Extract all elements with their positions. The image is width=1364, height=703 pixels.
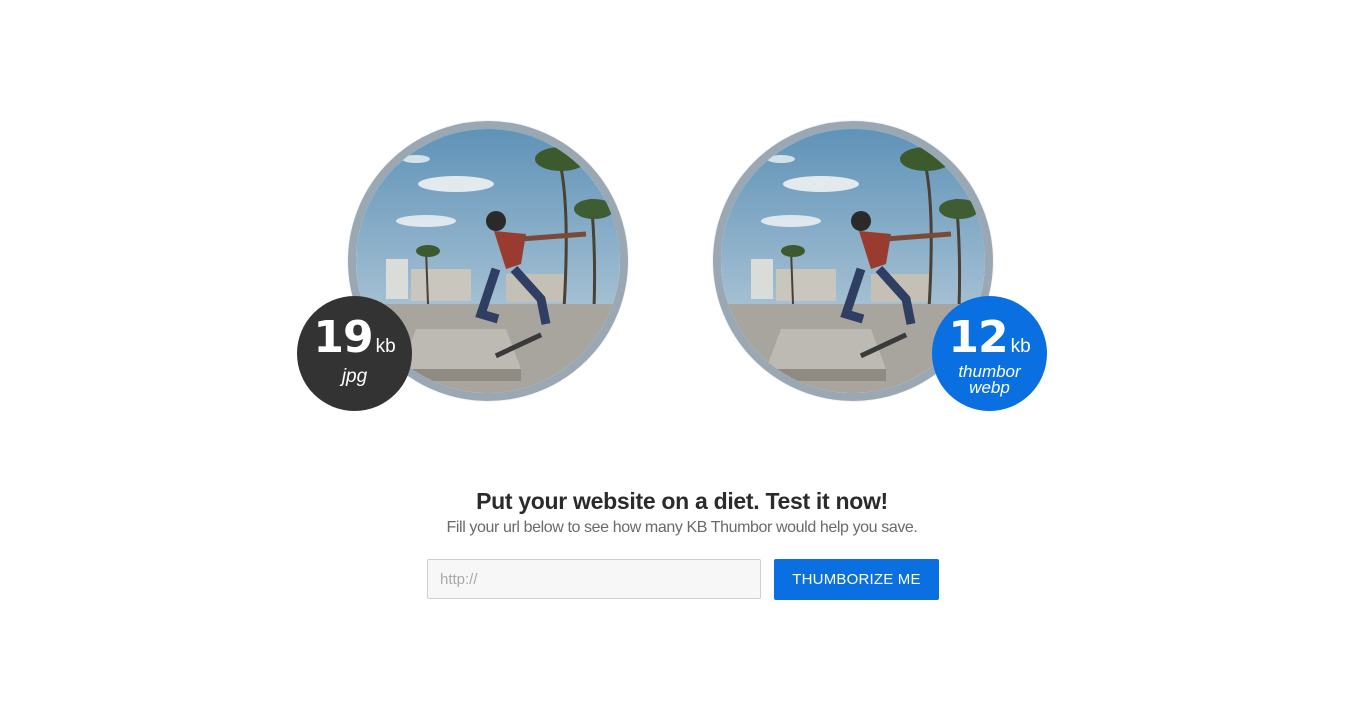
cta-headline: Put your website on a diet. Test it now! xyxy=(476,488,888,514)
original-format: jpg xyxy=(297,366,412,387)
page: 19 kb jpg 12 kb thumbor webp Put your we… xyxy=(0,0,1364,703)
optimized-size-unit: kb xyxy=(1010,336,1031,357)
thumborize-button[interactable]: THUMBORIZE ME xyxy=(774,559,939,600)
original-size-unit: kb xyxy=(375,336,396,357)
original-size-badge: 19 kb jpg xyxy=(297,296,412,411)
url-input[interactable] xyxy=(427,559,761,599)
optimized-size-badge: 12 kb thumbor webp xyxy=(932,296,1047,411)
optimized-format: thumbor webp xyxy=(932,363,1047,397)
original-size-value: 19 xyxy=(313,312,373,363)
original-format-line: jpg xyxy=(341,366,368,387)
cta-subline: Fill your url below to see how many KB T… xyxy=(446,519,918,536)
optimized-size-value: 12 xyxy=(948,312,1008,363)
optimized-format-line-2: webp xyxy=(969,378,1010,397)
